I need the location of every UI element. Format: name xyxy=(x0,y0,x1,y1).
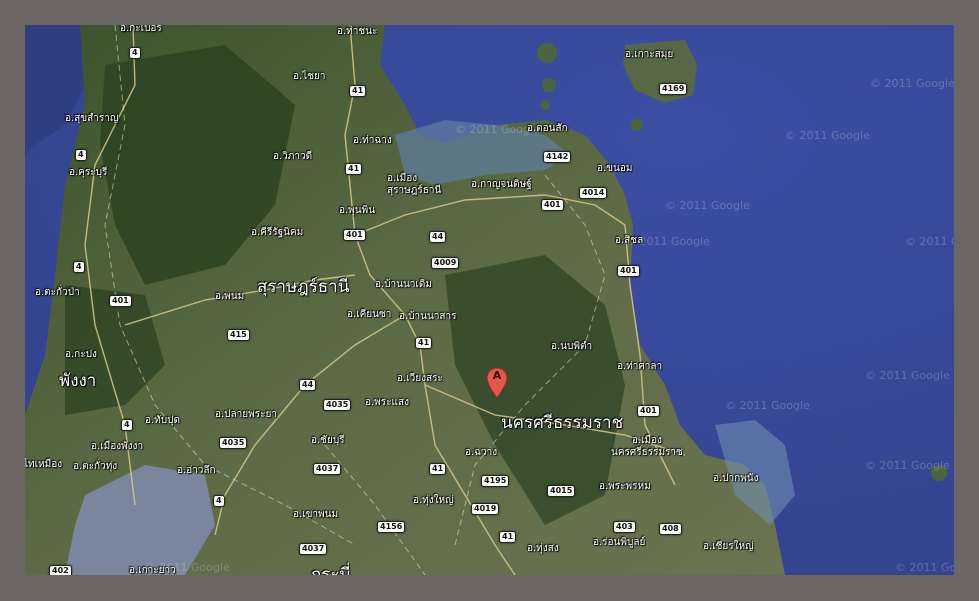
place-label: อ.สิชล xyxy=(615,235,644,246)
road-shield: 401 xyxy=(343,229,366,241)
road-shield: 4019 xyxy=(471,503,500,515)
place-label: อ.ปากพนัง xyxy=(713,473,759,484)
road-shield: 4 xyxy=(75,149,87,161)
road-shield: 401 xyxy=(541,199,564,211)
place-label: อ.เมือง นครศรีธรรมราช xyxy=(611,435,683,458)
place-label: อ.ตะกั่วทุ่ง xyxy=(73,461,118,472)
road-shield: 4 xyxy=(213,495,225,507)
place-label: อ.คุระบุรี xyxy=(69,167,108,178)
road-shield: 4142 xyxy=(543,151,572,163)
road-shield: 4035 xyxy=(219,437,248,449)
road-shield: 4009 xyxy=(431,257,460,269)
place-label: อ.ขนอม xyxy=(597,163,633,174)
place-label: อ.เชียรใหญ่ xyxy=(703,541,754,552)
road-shield: 44 xyxy=(299,379,317,391)
place-label: อ.ไชยา xyxy=(293,71,326,82)
road-shield: 41 xyxy=(499,531,517,543)
place-label: อ.ร่อนพิบูลย์ xyxy=(593,537,646,548)
copyright-watermark: © 2011 Google xyxy=(895,561,954,574)
province-label: พังงา xyxy=(59,371,97,391)
marker-label: A xyxy=(492,369,502,382)
road-shield: 4037 xyxy=(299,543,328,555)
road-shield: 403 xyxy=(613,521,636,533)
copyright-watermark: © 2011 Google xyxy=(865,459,950,472)
place-label: อ.บ้านนาเดิม xyxy=(375,279,432,290)
place-label: อ.กะปง xyxy=(65,349,97,360)
road-shield: 41 xyxy=(429,463,447,475)
place-label: อ.ดอนสัก xyxy=(527,123,568,134)
place-label: อ.สุขสำราญ xyxy=(65,113,119,124)
road-shield: 41 xyxy=(415,337,433,349)
copyright-watermark: © 2011 Google xyxy=(785,129,870,142)
place-label: อ.ทับปุด xyxy=(145,415,180,426)
place-label: อ.ท่าศาลา xyxy=(617,361,663,372)
road-shield: 402 xyxy=(49,565,72,575)
place-label: อ.กะเปอร์ xyxy=(120,25,162,34)
copyright-watermark: © 2011 Google xyxy=(725,399,810,412)
place-label: อ.พระแสง xyxy=(365,397,409,408)
place-label: ไทเหมือง xyxy=(25,459,63,470)
province-label: กระบี่ xyxy=(311,565,351,575)
road-shield: 4014 xyxy=(579,187,608,199)
place-label: อ.ท่าฉาง xyxy=(353,135,392,146)
place-label: อ.เขาพนม xyxy=(293,509,339,520)
map-viewport[interactable]: © 2011 Google © 2011 Google © 2011 Googl… xyxy=(25,25,954,575)
place-label: อ.เกาะยาว xyxy=(129,565,176,575)
place-label: อ.เคียนซา xyxy=(347,309,392,320)
place-label: อ.ฉวาง xyxy=(465,447,498,458)
place-label: อ.เมืองพังงา xyxy=(91,441,144,452)
place-label: อ.ตะกั่วป่า xyxy=(35,287,80,298)
province-label: นครศรีธรรมราช xyxy=(501,413,624,433)
location-marker[interactable]: A xyxy=(486,367,508,399)
road-shield: 41 xyxy=(345,163,363,175)
road-shield: 4 xyxy=(73,261,85,273)
place-label: อ.ปลายพระยา xyxy=(215,409,277,420)
place-label: อ.เกาะสมุย xyxy=(625,49,674,60)
road-shield: 401 xyxy=(617,265,640,277)
place-label: อ.ทุ่งสง xyxy=(527,543,559,554)
road-shield: 408 xyxy=(659,523,682,535)
road-shield: 401 xyxy=(637,405,660,417)
place-label: อ.ท่าชนะ xyxy=(337,26,378,37)
place-label: อ.บ้านนาสาร xyxy=(399,311,457,322)
road-shield: 44 xyxy=(429,231,447,243)
place-label: อ.พุนพิน xyxy=(339,205,376,216)
place-label: อ.พนม xyxy=(215,291,245,302)
copyright-watermark: © 2011 Google xyxy=(870,77,954,90)
place-label: อ.เมือง สุราษฎร์ธานี xyxy=(387,173,442,196)
road-shield: 4156 xyxy=(377,521,406,533)
place-label: อ.คีรีรัฐนิคม xyxy=(251,227,304,238)
place-label: อ.อ่าวลึก xyxy=(177,465,216,476)
place-label: อ.พระพรหม xyxy=(599,481,651,492)
road-shield: 4015 xyxy=(547,485,576,497)
road-shield: 4 xyxy=(121,419,133,431)
place-label: อ.วิภาวดี xyxy=(273,151,313,162)
copyright-watermark: © 2011 Google xyxy=(665,199,750,212)
road-shield: 4 xyxy=(129,47,141,59)
road-shield: 401 xyxy=(109,295,132,307)
province-label: สุราษฎร์ธานี xyxy=(257,277,350,297)
place-label: อ.นบพิตำ xyxy=(551,341,593,352)
copyright-watermark: © 2011 Google xyxy=(865,369,950,382)
road-shield: 4035 xyxy=(323,399,352,411)
place-label: อ.ทุ่งใหญ่ xyxy=(413,495,454,506)
road-shield: 4195 xyxy=(481,475,510,487)
road-shield: 415 xyxy=(227,329,250,341)
place-label: อ.ชัยบุรี xyxy=(311,435,345,446)
satellite-imagery xyxy=(25,25,954,575)
road-shield: 4037 xyxy=(313,463,342,475)
road-shield: 41 xyxy=(349,85,367,97)
road-shield: 4169 xyxy=(659,83,688,95)
place-label: อ.เวียงสระ xyxy=(397,373,443,384)
place-label: อ.กาญจนดิษฐ์ xyxy=(471,179,532,190)
copyright-watermark: © 2011 Google xyxy=(905,235,954,248)
